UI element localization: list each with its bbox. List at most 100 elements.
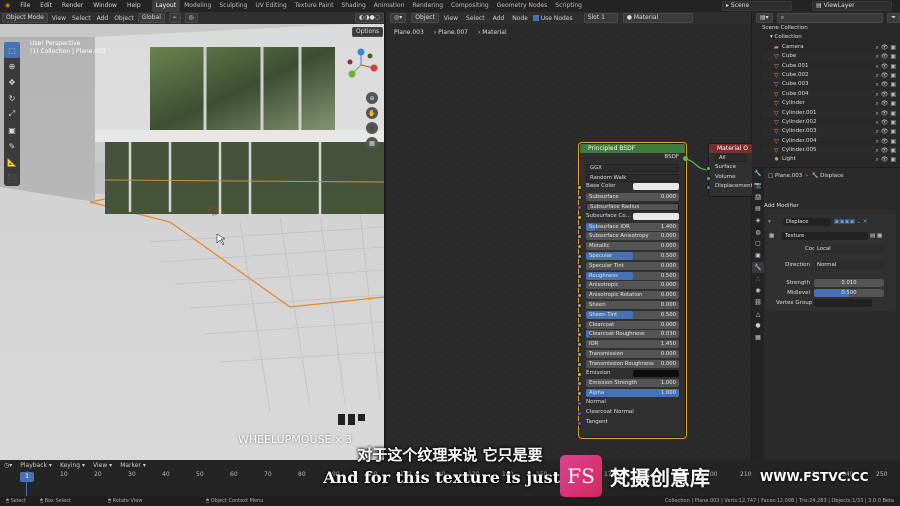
workspace-tab-animation[interactable]: Animation [370,0,409,12]
bsdf-value-field[interactable]: Anisotropic Rotation 0.000 [586,291,679,300]
rotate-tool-icon[interactable]: ↻ [4,90,20,106]
input-socket[interactable] [577,185,582,191]
input-socket[interactable] [577,283,582,289]
input-socket[interactable] [706,165,711,171]
visibility-icons[interactable]: ⌕ 👁 ▣ [876,118,896,127]
input-socket[interactable] [577,253,582,259]
use-nodes-checkbox[interactable]: Use Nodes [532,15,573,22]
subsurface-method-select[interactable]: Random Walk [586,173,679,182]
visibility-icons[interactable]: ⌕ 👁 ▣ [876,80,896,89]
visibility-icons[interactable]: ⌕ 👁 ▣ [876,155,896,164]
bsdf-value-field[interactable]: Emission Strength 1.000 [586,379,679,388]
bsdf-value-field[interactable]: Sheen 0.000 [586,300,679,309]
particles-tab-icon[interactable]: ∴ [752,273,764,285]
bsdf-value-field[interactable]: Specular 0.500 [586,251,679,260]
input-socket[interactable] [577,204,582,210]
workspace-tab-layout[interactable]: Layout [151,0,181,12]
collection-tab-icon[interactable]: ▢ [752,238,764,250]
outliner-item[interactable]: ▽ Cube.004 ⌕ 👁 ▣ [762,89,900,100]
outliner-type-icon[interactable]: ▤▾ [756,13,773,23]
output-tab-icon[interactable]: 🖨 [752,191,764,203]
input-socket[interactable] [577,234,582,240]
outliner[interactable]: ▤▾ ⌕ ⏷ Scene Collection ▾ Collection ▰ Ca… [752,12,900,167]
bsdf-value-field[interactable]: Clearcoat 0.000 [586,320,679,329]
visibility-icons[interactable]: ⌕ 👁 ▣ [876,62,896,71]
outliner-item[interactable]: ▽ Cylinder ⌕ 👁 ▣ [762,99,900,109]
visibility-icons[interactable]: ⌕ 👁 ▣ [876,90,896,99]
slot-select[interactable]: Slot 1 [583,13,618,23]
input-socket[interactable] [577,381,582,387]
workspace-tab-texture-paint[interactable]: Texture Paint [291,0,338,12]
strength-field[interactable]: 0.010 [814,279,884,287]
zoom-icon[interactable]: ⊕ [366,92,378,104]
input-socket[interactable] [577,420,582,426]
visibility-icons[interactable]: ⌕ 👁 ▣ [876,99,896,108]
shader-type-select[interactable]: Object [411,13,439,23]
bsdf-dropdown[interactable]: Subsurface Radius [586,202,679,211]
input-socket[interactable] [577,351,582,357]
direction-select[interactable]: Normal [814,261,884,269]
menu-render[interactable]: Render [57,0,88,12]
outliner-item[interactable]: ▰ Camera ⌕ 👁 ▣ [762,42,900,53]
color-swatch[interactable] [633,183,679,191]
viewport-menu-view[interactable]: View [52,15,66,22]
add-cube-tool-icon[interactable]: ⬛ [4,170,20,186]
input-socket[interactable] [577,400,582,406]
midlevel-field[interactable]: 0.500 [814,289,884,297]
workspace-tab-scripting[interactable]: Scripting [551,0,586,12]
3d-viewport[interactable]: Object Mode View Select Add Object Global ⌁… [0,12,384,460]
input-socket[interactable] [577,361,582,367]
input-socket[interactable] [577,391,582,397]
bsdf-value-field[interactable]: Metallic 0.000 [586,242,679,251]
material-output-node[interactable]: Material O All Surface Volume Displacement [706,143,753,197]
node-menu-select[interactable]: Select [466,15,485,22]
color-swatch[interactable] [633,212,679,220]
filter-icon[interactable]: ⏷ [887,13,900,23]
outliner-item[interactable]: ✸ Light ⌕ 👁 ▣ [762,155,900,165]
select-tool-icon[interactable]: ⬚ [4,42,20,58]
cursor-tool-icon[interactable]: ⊕ [4,58,20,74]
object-tab-icon[interactable]: ▣ [752,250,764,262]
world-tab-icon[interactable]: ◍ [752,226,764,238]
blender-logo-icon[interactable]: ◉ [0,0,15,12]
data-tab-icon[interactable]: △ [752,308,764,320]
annotate-tool-icon[interactable]: ✎ [4,138,20,154]
input-socket[interactable] [577,273,582,279]
outliner-item[interactable]: ▽ Cylinder.002 ⌕ 👁 ▣ [762,117,900,128]
measure-tool-icon[interactable]: 📐 [4,154,20,170]
input-socket[interactable] [577,322,582,328]
input-socket[interactable] [577,263,582,269]
node-menu-add[interactable]: Add [493,15,505,22]
texture-actions-icon[interactable]: ▤ ▦ [870,232,882,240]
view-layer-tab-icon[interactable]: ▤ [752,203,764,215]
input-socket[interactable] [577,214,582,220]
input-socket[interactable] [577,244,582,250]
bsdf-value-field[interactable]: Subsurface IOR 1.400 [586,222,679,231]
view-layer-selector[interactable]: ▤ ViewLayer [812,1,892,11]
render-tab-icon[interactable]: 📷 [752,180,764,192]
modifier-name-input[interactable]: Displace [783,218,831,226]
outliner-item[interactable]: ▽ Cube.001 ⌕ 👁 ▣ [762,61,900,71]
input-socket[interactable] [577,195,582,201]
add-modifier-button[interactable]: Add Modifier [764,202,799,210]
workspace-tab-sculpting[interactable]: Sculpting [215,0,251,12]
bsdf-value-field[interactable]: Specular Tint 0.000 [586,261,679,270]
outliner-item[interactable]: ▽ Cylinder.005 ⌕ 👁 ▣ [762,146,900,156]
outliner-item[interactable]: ▽ Cube ⌕ 👁 ▣ [762,52,900,62]
input-socket[interactable] [577,410,582,416]
breadcrumb-item[interactable]: › Material [478,29,507,36]
menu-help[interactable]: Help [122,0,146,12]
orientation-select[interactable]: Global [137,13,165,23]
outliner-search-input[interactable]: ⌕ [776,13,884,23]
bsdf-value-field[interactable]: Alpha 1.000 [586,389,679,398]
outliner-item[interactable]: ▽ Cylinder.004 ⌕ 👁 ▣ [762,136,900,147]
bsdf-value-field[interactable]: Transmission Roughness 0.000 [586,359,679,368]
modifier-tab-icon[interactable]: 🔧 [752,261,764,274]
pan-icon[interactable]: ✋ [366,107,378,119]
coordinates-select[interactable]: Local [814,245,884,253]
visibility-icons[interactable]: ⌕ 👁 ▣ [876,137,896,146]
input-socket[interactable] [577,332,582,338]
distribution-select[interactable]: GGX [586,163,679,172]
breadcrumb-item[interactable]: Plane.003 [394,29,424,36]
bsdf-value-field[interactable]: Transmission 0.000 [586,349,679,358]
